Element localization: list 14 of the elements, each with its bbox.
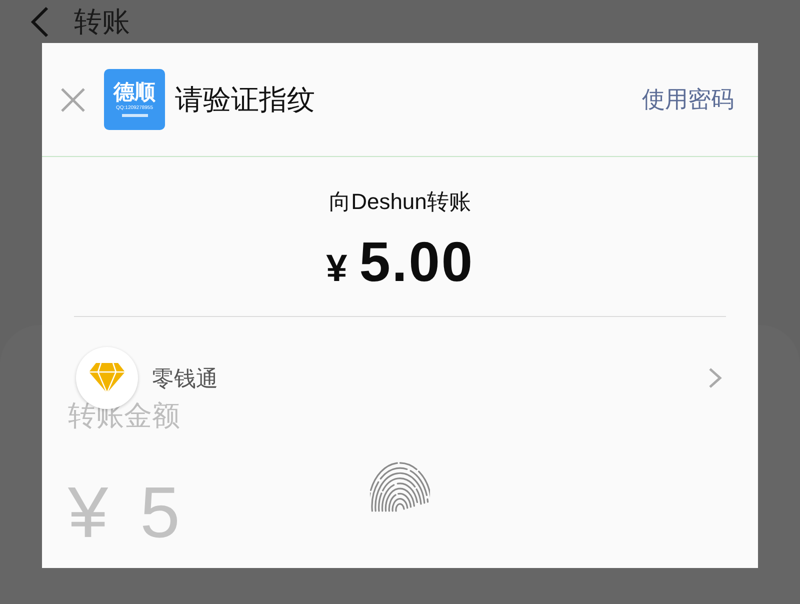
amount-value: 5 (140, 477, 180, 549)
payee-text: 向Deshun转账 (329, 188, 471, 216)
payment-amount: 5.00 (359, 229, 474, 295)
page-title: 转账 (74, 8, 130, 36)
diamond-icon (88, 362, 126, 394)
logo-name: 德顺 (114, 82, 156, 103)
payment-method-label: 零钱通 (152, 364, 218, 392)
currency-symbol: ¥ (326, 247, 348, 292)
dialog-title: 请验证指纹 (175, 82, 315, 116)
logo-caption-bar (122, 114, 148, 117)
amount-currency: ¥ (68, 477, 108, 549)
close-button[interactable] (60, 86, 86, 112)
use-password-link[interactable]: 使用密码 (642, 82, 734, 117)
chevron-right-icon (708, 367, 722, 389)
